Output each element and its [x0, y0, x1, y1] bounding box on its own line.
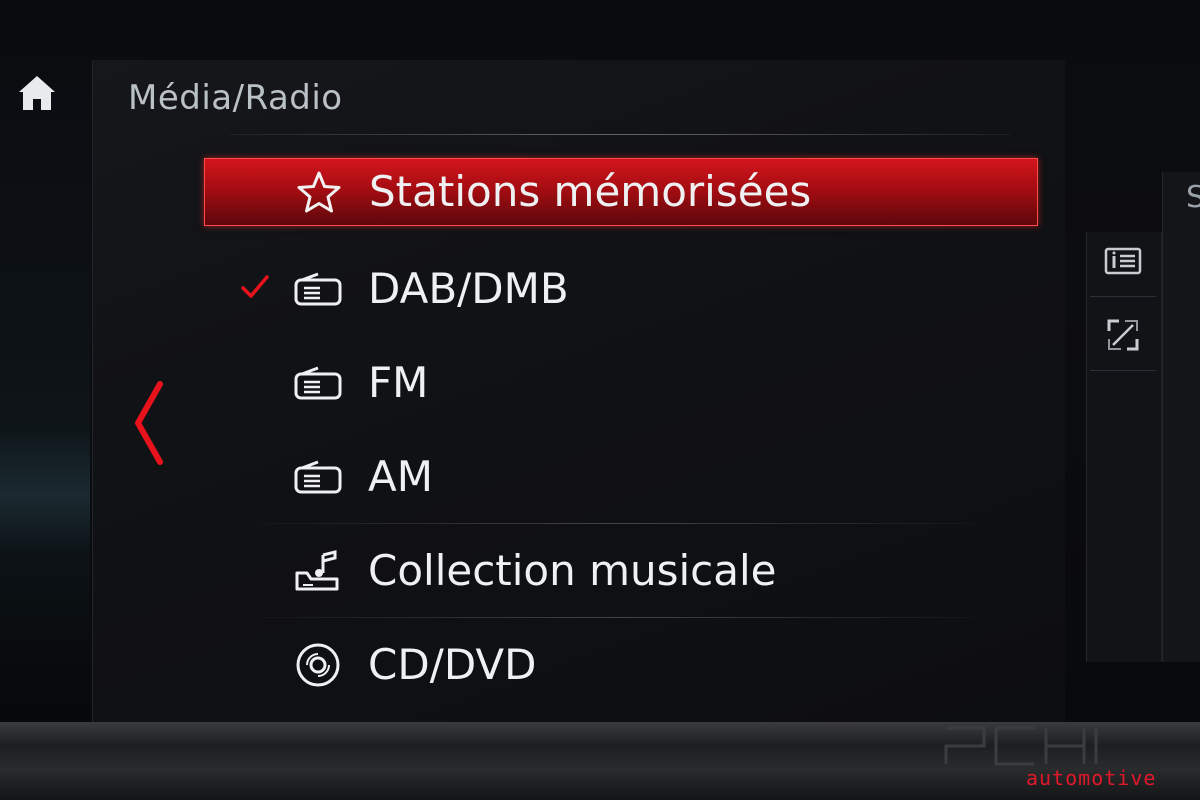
right-panel-label: S: [1186, 180, 1200, 215]
radio-icon: [292, 269, 344, 309]
menu-item-cd-dvd[interactable]: CD/DVD: [204, 632, 1036, 698]
watermark-text: automotive: [1026, 766, 1157, 790]
home-button[interactable]: [14, 70, 60, 116]
menu-item-label: Collection musicale: [368, 546, 777, 595]
menu-item-dab-dmb[interactable]: DAB/DMB: [204, 256, 1036, 322]
expand-icon: [1107, 319, 1139, 351]
radio-icon: [292, 457, 344, 497]
info-list-button[interactable]: [1090, 226, 1156, 296]
star-icon: [293, 171, 345, 213]
menu-item-collection-musicale[interactable]: Collection musicale: [204, 538, 1036, 604]
menu-item-fm[interactable]: FM: [204, 350, 1036, 416]
menu-item-label: DAB/DMB: [368, 264, 569, 313]
disc-icon: [292, 643, 344, 687]
page-title: Média/Radio: [128, 78, 343, 118]
menu-item-stations-memorisees[interactable]: Stations mémorisées: [204, 158, 1038, 226]
menu-item-am[interactable]: AM: [204, 444, 1036, 510]
menu-item-label: FM: [368, 358, 429, 407]
expand-button[interactable]: [1090, 300, 1156, 370]
menu-item-label: AM: [368, 452, 433, 501]
checkmark-icon: [241, 275, 269, 298]
right-side-panel[interactable]: [1162, 172, 1200, 662]
menu-divider: [260, 617, 980, 618]
menu-item-label: Stations mémorisées: [369, 167, 812, 216]
rail-divider: [1090, 370, 1156, 371]
chevron-left-icon[interactable]: [128, 378, 168, 468]
left-strip: [0, 60, 90, 720]
menu-item-label: CD/DVD: [368, 640, 537, 689]
rail-divider: [1090, 296, 1156, 297]
home-icon: [19, 76, 55, 110]
info-list-icon: [1104, 247, 1142, 275]
radio-icon: [292, 363, 344, 403]
music-collection-icon: [292, 550, 344, 591]
menu-divider: [260, 523, 980, 524]
title-divider: [230, 134, 1010, 135]
